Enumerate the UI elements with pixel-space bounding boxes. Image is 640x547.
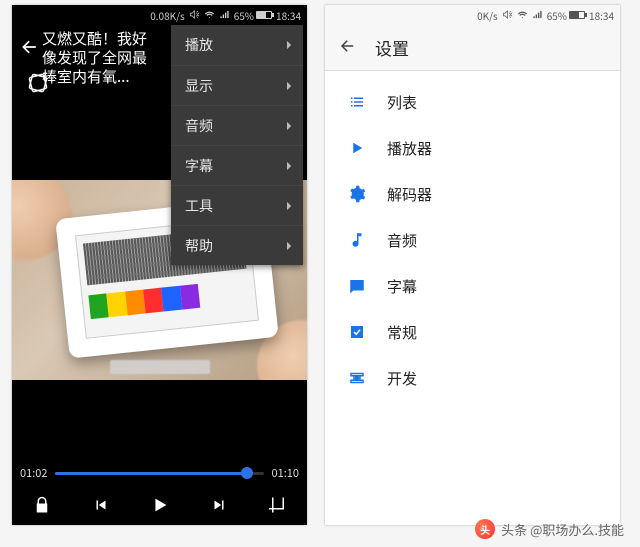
- menu-item-tools[interactable]: 工具: [171, 185, 303, 225]
- seek-track[interactable]: [55, 472, 263, 475]
- status-bar-left: 0.08K/s 65% 18:34: [12, 5, 307, 25]
- watermark: [110, 360, 210, 374]
- credit-text: 头条 @职场办么.技能: [501, 520, 624, 539]
- clock: 18:34: [276, 8, 301, 23]
- signal-icon: [532, 8, 543, 23]
- back-button[interactable]: [339, 36, 357, 60]
- menu-item-subtitle[interactable]: 字幕: [171, 145, 303, 185]
- network-speed: 0K/s: [477, 8, 498, 23]
- settings-item-dev[interactable]: 开发: [325, 355, 620, 401]
- menu-item-audio[interactable]: 音频: [171, 105, 303, 145]
- battery-indicator: 65%: [234, 8, 272, 23]
- wifi-icon: [517, 8, 528, 23]
- list-icon: [347, 92, 367, 112]
- settings-item-decoder[interactable]: 解码器: [325, 171, 620, 217]
- toutiao-logo-icon: 头: [475, 519, 495, 539]
- total-time: 01:10: [272, 465, 299, 481]
- elapsed-time: 01:02: [20, 465, 47, 481]
- overflow-menu: 播放 显示 音频 字幕 工具 帮助: [171, 25, 303, 265]
- check-icon: [347, 322, 367, 342]
- settings-title: 设置: [375, 35, 409, 60]
- play-button[interactable]: [144, 489, 176, 521]
- chevron-right-icon: [286, 76, 293, 96]
- settings-item-audio[interactable]: 音频: [325, 217, 620, 263]
- chevron-right-icon: [286, 156, 293, 176]
- chevron-right-icon: [286, 35, 293, 55]
- dev-icon: [347, 368, 367, 388]
- seek-thumb[interactable]: [241, 467, 253, 479]
- gear-icon: [347, 184, 367, 204]
- battery-indicator: 65%: [547, 8, 585, 23]
- network-speed: 0.08K/s: [150, 8, 185, 23]
- status-bar-right: 0K/s 65% 18:34: [325, 5, 620, 25]
- crop-button[interactable]: [262, 489, 294, 521]
- seek-fill: [55, 472, 246, 475]
- subtitle-icon: [347, 276, 367, 296]
- battery-icon: [569, 11, 585, 19]
- battery-icon: [256, 11, 272, 19]
- settings-list: 列表 播放器 解码器 音频 字幕 常规 开发: [325, 71, 620, 409]
- chevron-right-icon: [286, 116, 293, 136]
- menu-item-display[interactable]: 显示: [171, 65, 303, 105]
- play-icon: [347, 138, 367, 158]
- next-button[interactable]: [203, 489, 235, 521]
- menu-item-help[interactable]: 帮助: [171, 225, 303, 265]
- settings-appbar: 设置: [325, 25, 620, 71]
- music-icon: [347, 230, 367, 250]
- mute-icon: [189, 8, 200, 23]
- video-title: 又燃又酷！我好像发现了全网最棒室内有氧...: [42, 29, 157, 86]
- menu-item-play[interactable]: 播放: [171, 25, 303, 65]
- prev-button[interactable]: [85, 489, 117, 521]
- clock: 18:34: [589, 8, 614, 23]
- signal-icon: [219, 8, 230, 23]
- lock-button[interactable]: [26, 489, 58, 521]
- back-button[interactable]: [18, 35, 42, 59]
- settings-item-player[interactable]: 播放器: [325, 125, 620, 171]
- phone-settings: 0K/s 65% 18:34 设置 列表 播放器 解码器 音频: [325, 5, 620, 525]
- player-controls: [12, 485, 307, 525]
- rotate-button[interactable]: [24, 69, 52, 97]
- settings-item-list[interactable]: 列表: [325, 79, 620, 125]
- chevron-right-icon: [286, 196, 293, 216]
- wifi-icon: [204, 8, 215, 23]
- phone-player: 0.08K/s 65% 18:34 又燃又酷！我好像发现了全网最棒室内有氧...…: [12, 5, 307, 525]
- settings-item-general[interactable]: 常规: [325, 309, 620, 355]
- source-credit: 头 头条 @职场办么.技能: [475, 519, 624, 539]
- mute-icon: [502, 8, 513, 23]
- settings-item-subtitle[interactable]: 字幕: [325, 263, 620, 309]
- chevron-right-icon: [286, 236, 293, 256]
- progress-bar-row: 01:02 01:10: [12, 465, 307, 481]
- color-palette: [88, 284, 200, 319]
